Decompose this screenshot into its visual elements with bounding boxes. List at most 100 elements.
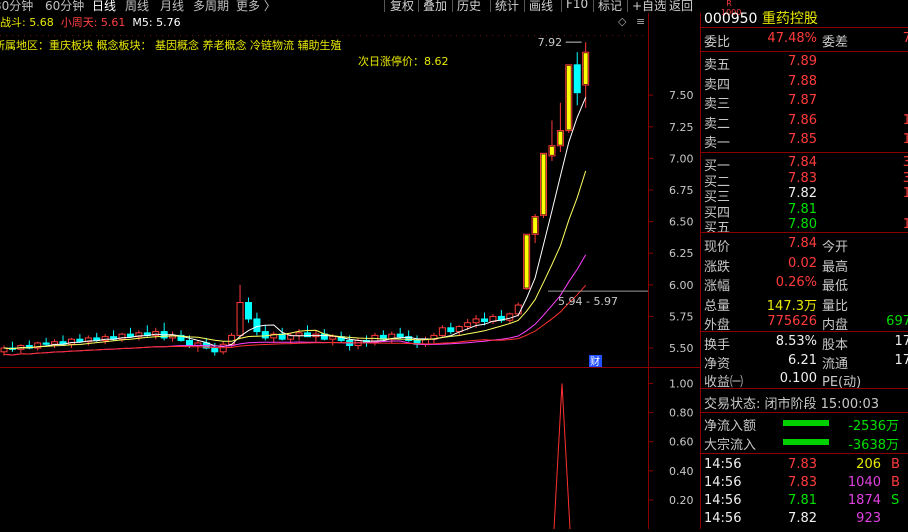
stock-code: 000950: [704, 11, 758, 27]
grid-dot: [222, 35, 223, 36]
ind-tick-label: 0.60: [669, 436, 694, 449]
kline-chart-area[interactable]: 7.50 7.25 7.00 6.75 6.50 6.25 6.00 5.75 5.50 7.92…: [0, 13, 700, 530]
grid-dot: [174, 35, 175, 36]
kline-chart-svg[interactable]: 7.50 7.25 7.00 6.75 6.50 6.25 6.00 5.75 5.50 7.92…: [0, 13, 700, 530]
grid-dot: [102, 35, 103, 36]
grid-dot: [114, 35, 115, 36]
indicator-legend: 战斗: 5.68 小周天: 5.61 M5: 5.76: [0, 14, 181, 30]
grid-dot: [378, 35, 379, 36]
ma-line: [3, 170, 587, 350]
period-weekly[interactable]: 周线: [125, 0, 149, 14]
indicator-spike: [553, 383, 571, 530]
grid-dot: [228, 35, 229, 36]
candle-body: [42, 342, 50, 345]
candle-body-fill: [541, 154, 546, 215]
grid-dot: [636, 35, 637, 36]
grid-dot: [570, 35, 571, 36]
flow-label: 净流入额: [704, 419, 757, 434]
grid-dot: [582, 35, 583, 36]
stat-label: 涨跌: [704, 259, 731, 275]
grid-dot: [300, 35, 301, 36]
grid-dot: [414, 35, 415, 36]
tick-price: 7.83: [788, 457, 817, 472]
grid-dot: [318, 35, 319, 36]
back-button[interactable]: 返回: [669, 0, 693, 14]
candle-body: [481, 318, 489, 322]
grid-dot: [534, 35, 535, 36]
level-price: 7.86: [788, 112, 817, 128]
level-label: 卖四: [704, 77, 731, 93]
fuquan-button[interactable]: 复权: [390, 0, 414, 14]
grid-dot: [504, 35, 505, 36]
period-60min[interactable]: 60分钟: [45, 0, 84, 14]
grid-dot: [30, 35, 31, 36]
grid-dot: [90, 35, 91, 36]
legend-m5: M5: 5.76: [132, 16, 181, 29]
candle-body: [464, 322, 472, 328]
stat-label: 今开: [822, 240, 849, 255]
grid-dot: [330, 35, 331, 36]
period-daily[interactable]: 日线: [92, 0, 116, 14]
level-volume: 1: [902, 217, 908, 233]
ma-line: [3, 97, 587, 350]
divider: [701, 453, 908, 454]
grid-dot: [264, 35, 265, 36]
history-button[interactable]: 历史: [457, 0, 481, 14]
divider: [701, 51, 908, 52]
toolbar-divider: [418, 0, 419, 12]
grid-dot: [384, 35, 385, 36]
weicha-value: 7: [902, 31, 908, 46]
f10-button[interactable]: F10: [566, 0, 588, 11]
stats-button[interactable]: 统计: [495, 0, 519, 14]
divider: [701, 232, 908, 233]
draw-button[interactable]: 画线: [529, 0, 553, 14]
sell-level-row: 卖二 7.86 1: [701, 112, 908, 132]
period-monthly[interactable]: 月线: [160, 0, 184, 14]
grid-dot: [168, 35, 169, 36]
period-multi[interactable]: 多周期: [193, 0, 229, 14]
y-tick-label: 7.50: [669, 89, 694, 102]
period-more[interactable]: 更多 〉: [236, 0, 276, 14]
grid-dot: [108, 35, 109, 36]
grid-dot: [276, 35, 277, 36]
tick-volume: 1874: [847, 493, 881, 508]
grid-dot: [618, 35, 619, 36]
y-tick-label: 6.75: [669, 184, 694, 197]
weibi-label: 委比: [704, 35, 731, 50]
tick-price: 7.83: [788, 475, 817, 490]
grid-dot: [390, 35, 391, 36]
grid-dot: [132, 35, 133, 36]
mark-button[interactable]: 标记: [598, 0, 622, 14]
diamond-icon: ◇: [618, 15, 627, 28]
grid-dot: [354, 35, 355, 36]
stat-label: 总量: [704, 298, 731, 314]
grid-dot: [630, 35, 631, 36]
sell-level-row: 卖五 7.89: [701, 53, 908, 73]
grid-dot: [72, 35, 73, 36]
add-favorite-button[interactable]: +自选: [632, 0, 666, 14]
grid-dot: [576, 35, 577, 36]
grid-dot: [456, 35, 457, 36]
stat-value: 7.84: [788, 236, 817, 251]
y-tick-label: 5.75: [669, 310, 694, 323]
grid-dot: [324, 35, 325, 36]
candle-body: [472, 318, 480, 324]
period-30min[interactable]: 30分钟: [0, 0, 33, 14]
toolbar-divider: [384, 0, 385, 12]
grid-dot: [204, 35, 205, 36]
grid-dot: [78, 35, 79, 36]
level-label: 卖一: [704, 136, 731, 152]
grid-dot: [336, 35, 337, 36]
grid-dot: [48, 35, 49, 36]
ind-tick-label: 1.00: [669, 378, 694, 391]
grid-dot: [42, 35, 43, 36]
stat-row: 收益㈠ 0.100 PE(动): [701, 370, 908, 390]
level-label: 卖二: [704, 116, 731, 132]
divider: [701, 388, 908, 389]
divider: [701, 412, 908, 413]
grid-dot: [84, 35, 85, 36]
y-tick-label: 7.00: [669, 152, 694, 165]
grid-dot: [282, 35, 283, 36]
overlay-button[interactable]: 叠加: [423, 0, 447, 14]
stat-label: 量比: [822, 298, 849, 314]
